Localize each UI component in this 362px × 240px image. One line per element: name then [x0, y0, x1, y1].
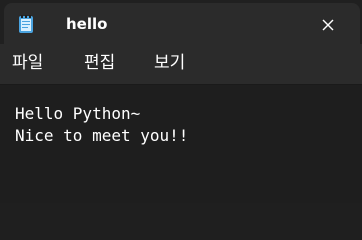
document-tab[interactable]: hello: [4, 3, 360, 44]
notepad-icon: [16, 14, 36, 34]
close-tab-button[interactable]: [314, 11, 342, 39]
menu-view[interactable]: 보기: [146, 50, 193, 76]
editor-line: Nice to meet you!!: [15, 126, 189, 145]
tab-title: hello: [66, 15, 108, 33]
menu-edit[interactable]: 편집: [76, 50, 123, 76]
editor-line: Hello Python~: [15, 104, 141, 123]
menu-file[interactable]: 파일: [4, 50, 51, 76]
notepad-window: hello 파일 편집 보기 Hello Python~ Nice to mee…: [0, 0, 362, 203]
text-editor[interactable]: Hello Python~ Nice to meet you!!: [0, 85, 362, 203]
menu-bar: 파일 편집 보기: [0, 44, 362, 85]
close-icon: [322, 19, 334, 31]
title-bar: hello: [0, 0, 362, 44]
